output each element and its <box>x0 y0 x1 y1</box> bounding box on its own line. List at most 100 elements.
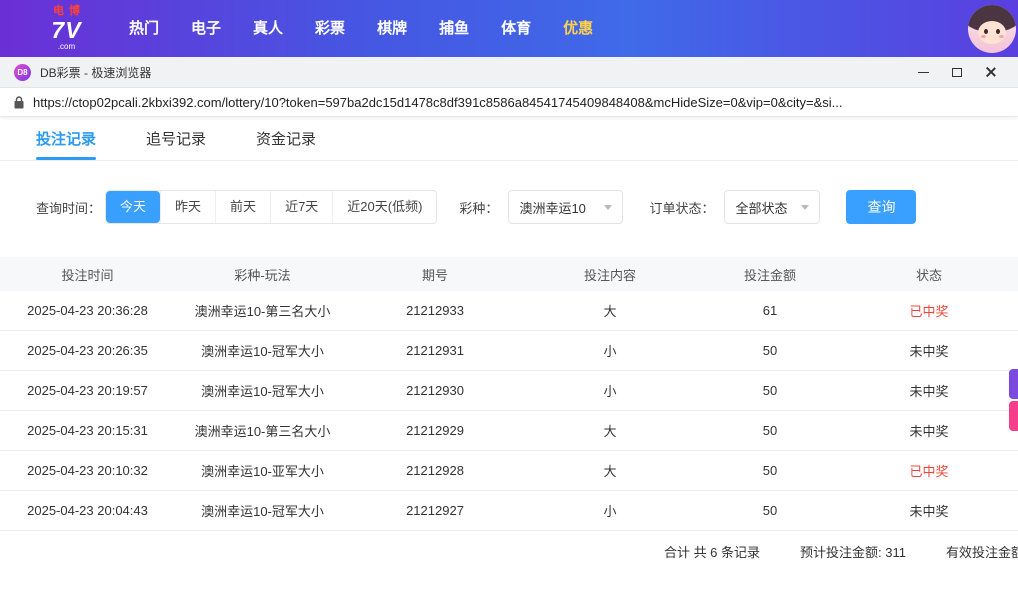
cell-game: 澳洲幸运10-第三名大小 <box>194 424 331 439</box>
time-filter-group: 今天 昨天 前天 近7天 近20天(低频) <box>105 190 438 224</box>
minimize-icon <box>917 71 929 73</box>
tab-2[interactable]: 追号记录 <box>146 117 206 160</box>
cell-status: 已中奖 <box>909 304 949 319</box>
bet-records-table: 投注时间 彩种-玩法 期号 投注内容 投注金额 状态 2025-04-23 20:36:2… <box>0 257 1018 571</box>
cell-game: 澳洲幸运10-冠军大小 <box>201 344 324 359</box>
cell-status: 已中奖 <box>909 464 949 479</box>
nav-item-2[interactable]: 电子 <box>175 0 237 57</box>
main-nav: 热门 电子 真人 彩票 棋牌 捕鱼 体育 优惠 <box>113 0 609 57</box>
cell-content: 大 <box>603 464 617 479</box>
cell-issue: 21212931 <box>406 343 464 358</box>
table-body: 2025-04-23 20:36:28 澳洲幸运10-第三名大小 21212933 大… <box>0 291 1018 531</box>
floating-widget-button[interactable] <box>1009 369 1018 399</box>
cell-content: 大 <box>603 304 617 319</box>
nav-item-3[interactable]: 真人 <box>237 0 299 57</box>
cell-game: 澳洲幸运10-冠军大小 <box>201 384 324 399</box>
table-row: 2025-04-23 20:26:35 澳洲幸运10-冠军大小 21212931 小 5… <box>0 331 1018 371</box>
cell-game: 澳洲幸运10-第三名大小 <box>194 304 331 319</box>
url-bar: https://ctop02pcali.2kbxi392.com/lottery… <box>0 88 1018 117</box>
column-header: 状态 <box>915 267 942 283</box>
time-filter-label: 查询时间： <box>36 200 102 216</box>
column-header: 期号 <box>421 267 448 283</box>
nav-item-5[interactable]: 棋牌 <box>361 0 423 57</box>
order-status-value: 全部状态 <box>735 200 788 216</box>
search-button[interactable]: 查询 <box>846 190 917 224</box>
cell-time: 2025-04-23 20:36:28 <box>27 303 148 318</box>
table-row: 2025-04-23 20:19:57 澳洲幸运10-冠军大小 21212930 小 5… <box>0 371 1018 411</box>
lock-icon <box>14 95 24 108</box>
lottery-type-value: 澳洲幸运10 <box>519 200 586 216</box>
cell-content: 小 <box>603 344 617 359</box>
nav-item-4[interactable]: 彩票 <box>299 0 361 57</box>
table-summary: 合计 共 6 条记录 预计投注金额: 311 有效投注金额 <box>0 531 1018 571</box>
lottery-type-select[interactable]: 澳洲幸运10 <box>508 190 624 224</box>
cell-time: 2025-04-23 20:15:31 <box>27 423 148 438</box>
summary-expected-amount: 预计投注金额: 311 <box>800 544 906 560</box>
cell-time: 2025-04-23 20:19:57 <box>27 383 148 398</box>
floating-widget-button[interactable] <box>1009 401 1018 431</box>
time-option-3[interactable]: 前天 <box>215 191 270 223</box>
cell-issue: 21212927 <box>406 503 464 518</box>
table-row: 2025-04-23 20:04:43 澳洲幸运10-冠军大小 21212927 小 5… <box>0 491 1018 531</box>
floating-widget[interactable] <box>1009 369 1018 431</box>
column-header: 彩种-玩法 <box>234 267 291 283</box>
cell-issue: 21212930 <box>406 383 464 398</box>
time-option-2[interactable]: 昨天 <box>160 191 215 223</box>
column-header: 投注内容 <box>583 267 636 283</box>
chevron-down-icon <box>801 204 810 210</box>
browser-title-bar: D8 DB彩票 - 极速浏览器 <box>0 57 1018 88</box>
avatar-eye <box>996 29 1000 34</box>
logo-sub-text: .com <box>57 42 76 51</box>
cell-time: 2025-04-23 20:26:35 <box>27 343 148 358</box>
table-row: 2025-04-23 20:10:32 澳洲幸运10-亚军大小 21212928 大 5… <box>0 451 1018 491</box>
site-logo[interactable]: 电博 7V .com <box>48 6 85 51</box>
time-option-5[interactable]: 近20天(低频) <box>332 191 436 223</box>
cell-content: 小 <box>603 504 617 519</box>
nav-item-6[interactable]: 捕鱼 <box>423 0 485 57</box>
table-header: 投注时间 彩种-玩法 期号 投注内容 投注金额 状态 <box>0 257 1018 291</box>
cell-issue: 21212933 <box>406 303 464 318</box>
cell-content: 小 <box>603 384 617 399</box>
cell-game: 澳洲幸运10-亚军大小 <box>201 464 324 479</box>
nav-item-8[interactable]: 优惠 <box>547 0 609 57</box>
cell-amount: 50 <box>762 423 778 438</box>
cell-issue: 21212929 <box>406 423 464 438</box>
avatar-eye <box>984 29 988 34</box>
order-status-select[interactable]: 全部状态 <box>724 190 821 224</box>
cell-status: 未中奖 <box>909 344 949 359</box>
tab-1[interactable]: 投注记录 <box>36 117 97 160</box>
chevron-down-icon <box>604 204 613 210</box>
maximize-icon <box>952 67 962 77</box>
tab-3[interactable]: 资金记录 <box>256 117 316 160</box>
cell-content: 大 <box>603 424 617 439</box>
logo-top-text: 电博 <box>53 5 85 17</box>
cell-status: 未中奖 <box>909 424 949 439</box>
column-header: 投注金额 <box>743 267 796 283</box>
summary-valid-amount: 有效投注金额 <box>945 544 1018 560</box>
window-controls <box>906 57 1008 87</box>
window-title: DB彩票 - 极速浏览器 <box>40 65 152 80</box>
avatar-blush <box>981 35 986 38</box>
time-option-1[interactable]: 今天 <box>106 191 161 223</box>
cell-time: 2025-04-23 20:04:43 <box>27 503 148 518</box>
address-url[interactable]: https://ctop02pcali.2kbxi392.com/lottery… <box>33 95 842 110</box>
avatar-blush <box>999 35 1004 38</box>
column-header: 投注时间 <box>61 267 114 283</box>
lottery-records-page: 投注记录 追号记录 资金记录 查询时间： 今天 昨天 前天 近7天 近20天(低频) 彩种：… <box>0 117 1018 599</box>
cell-amount: 61 <box>762 303 778 318</box>
summary-count: 合计 共 6 条记录 <box>663 544 761 560</box>
time-option-4[interactable]: 近7天 <box>270 191 332 223</box>
minimize-button[interactable] <box>906 57 940 87</box>
close-icon <box>985 66 997 78</box>
filter-bar: 查询时间： 今天 昨天 前天 近7天 近20天(低频) 彩种： 澳洲幸运10 订单状态：… <box>0 189 1018 225</box>
table-row: 2025-04-23 20:36:28 澳洲幸运10-第三名大小 21212933 大… <box>0 291 1018 331</box>
nav-item-7[interactable]: 体育 <box>485 0 547 57</box>
nav-item-1[interactable]: 热门 <box>113 0 175 57</box>
site-header: 电博 7V .com 热门 电子 真人 彩票 棋牌 捕鱼 体育 优惠 <box>0 0 1018 57</box>
user-avatar[interactable] <box>968 5 1016 53</box>
lottery-type-label: 彩种： <box>459 200 499 216</box>
cell-amount: 50 <box>762 383 778 398</box>
order-status-label: 订单状态： <box>649 200 715 216</box>
maximize-button[interactable] <box>940 57 974 87</box>
close-button[interactable] <box>974 57 1008 87</box>
